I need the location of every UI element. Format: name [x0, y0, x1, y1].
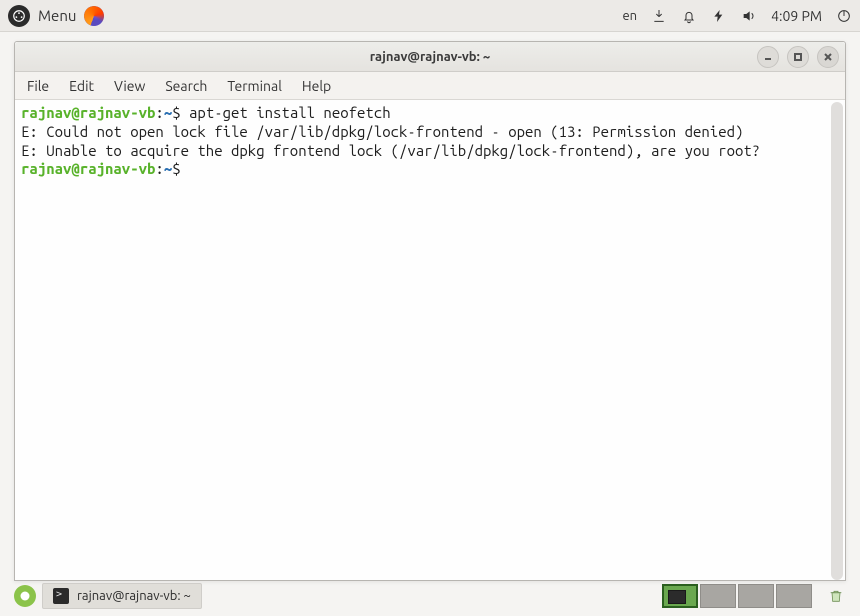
power-icon[interactable] [836, 8, 852, 24]
menu-file[interactable]: File [27, 78, 49, 94]
prompt-path: ~ [164, 104, 172, 121]
scrollbar[interactable] [831, 102, 843, 580]
taskbar-item-label: rajnav@rajnav-vb: ~ [77, 589, 191, 603]
minimize-button[interactable] [757, 46, 779, 68]
bolt-icon[interactable] [711, 8, 727, 24]
menu-help[interactable]: Help [302, 78, 331, 94]
workspace-2[interactable] [700, 584, 736, 608]
menu-label[interactable]: Menu [38, 7, 76, 24]
menu-search[interactable]: Search [165, 78, 207, 94]
panel-left-group: Menu [8, 5, 104, 27]
window-controls [757, 46, 839, 68]
terminal-body[interactable]: rajnav@rajnav-vb:~$ apt-get install neof… [15, 100, 845, 580]
keyboard-lang[interactable]: en [623, 9, 638, 23]
clock[interactable]: 4:09 PM [771, 8, 822, 24]
notifications-icon[interactable] [681, 8, 697, 24]
close-button[interactable] [817, 46, 839, 68]
output-line-2: E: Unable to acquire the dpkg frontend l… [21, 142, 760, 159]
panel-right-group: en 4:09 PM [623, 8, 853, 24]
command-text: apt-get install neofetch [189, 104, 391, 121]
prompt-user: rajnav@rajnav-vb [21, 160, 155, 177]
window-titlebar[interactable]: rajnav@rajnav-vb: ~ [15, 42, 845, 72]
volume-icon[interactable] [741, 8, 757, 24]
output-line-1: E: Could not open lock file /var/lib/dpk… [21, 123, 743, 140]
system-top-panel: Menu en 4:09 PM [0, 0, 860, 32]
maximize-button[interactable] [787, 46, 809, 68]
terminal-window: rajnav@rajnav-vb: ~ File Edit View Searc… [14, 41, 846, 581]
workspace-4[interactable] [776, 584, 812, 608]
prompt-user: rajnav@rajnav-vb [21, 104, 155, 121]
workspace-switcher [662, 584, 812, 608]
window-title: rajnav@rajnav-vb: ~ [370, 50, 490, 64]
terminal-menubar: File Edit View Search Terminal Help [15, 72, 845, 100]
menu-terminal[interactable]: Terminal [227, 78, 282, 94]
bottom-taskbar: rajnav@rajnav-vb: ~ [14, 582, 846, 610]
prompt-path: ~ [164, 160, 172, 177]
workspace-1[interactable] [662, 584, 698, 608]
workspace-3[interactable] [738, 584, 774, 608]
show-desktop-icon[interactable] [14, 585, 36, 607]
firefox-icon[interactable] [84, 6, 104, 26]
main-menu-icon[interactable] [8, 5, 30, 27]
menu-edit[interactable]: Edit [69, 78, 94, 94]
menu-view[interactable]: View [114, 78, 145, 94]
keyboard-icon[interactable] [651, 8, 667, 24]
terminal-icon [53, 588, 69, 604]
taskbar-item-terminal[interactable]: rajnav@rajnav-vb: ~ [42, 583, 202, 609]
trash-icon[interactable] [826, 585, 846, 607]
